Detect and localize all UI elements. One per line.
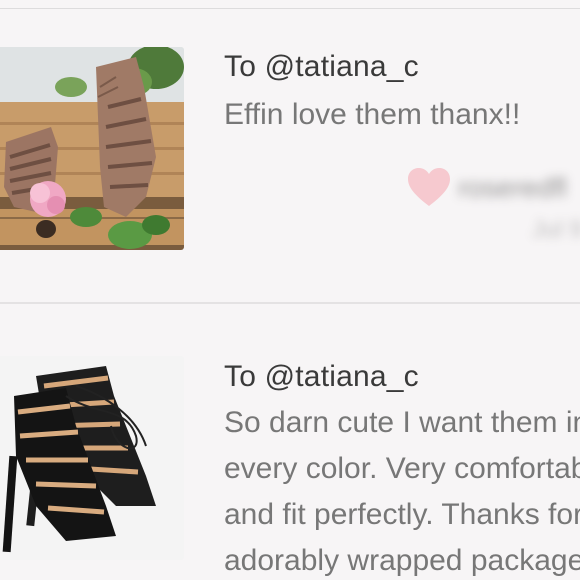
comment-message: So darn cute I want them in every color.… <box>224 400 580 580</box>
listing-thumbnail[interactable] <box>0 47 184 250</box>
black-heels-image <box>0 356 184 560</box>
comment-card: To @tatiana_c Effin love them thanx!! ro… <box>0 10 580 302</box>
message-line: Effin love them thanx!! <box>224 98 521 131</box>
comment-recipient[interactable]: To @tatiana_c <box>224 50 419 84</box>
heart-icon[interactable] <box>408 168 450 208</box>
message-line: adorably wrapped package <box>224 544 580 577</box>
message-line: So darn cute I want them in <box>224 406 580 439</box>
brown-booties-image <box>0 47 184 250</box>
message-line: every color. Very comfortable <box>224 452 580 485</box>
comments-feed: To @tatiana_c Effin love them thanx!! ro… <box>0 0 580 580</box>
message-line: and fit perfectly. Thanks for the <box>224 498 580 531</box>
comment-date: Jul 9 <box>532 216 580 243</box>
comment-recipient[interactable]: To @tatiana_c <box>224 360 419 394</box>
top-divider <box>0 8 580 9</box>
commenter-username[interactable]: roseredfl <box>458 172 567 204</box>
comment-message: Effin love them thanx!! <box>224 92 520 138</box>
comment-card: To @tatiana_c So darn cute I want them i… <box>0 304 580 580</box>
listing-thumbnail[interactable] <box>0 356 184 560</box>
